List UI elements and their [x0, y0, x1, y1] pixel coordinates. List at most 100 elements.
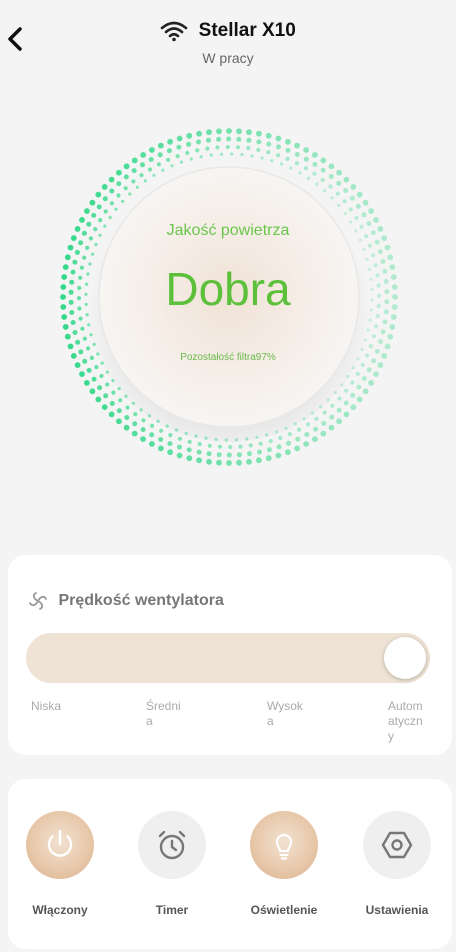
gauge-ring-dot — [312, 171, 317, 176]
title-row: Stellar X10 — [0, 20, 456, 42]
gauge-ring-dot — [336, 418, 342, 425]
timer-button-circle[interactable] — [138, 811, 206, 879]
gauge-ring-dot — [97, 385, 103, 391]
gauge-ring-dot — [344, 388, 349, 393]
gauge-ring-dot — [105, 370, 109, 374]
gauge-ring-dot — [177, 444, 182, 450]
gauge-ring-dot — [186, 447, 192, 453]
timer-button[interactable]: Timer — [127, 811, 217, 917]
fan-speed-header: Prędkość wentylatora — [28, 591, 224, 615]
gauge-ring-dot — [362, 388, 369, 395]
power-button[interactable]: Włączony — [15, 811, 105, 917]
gauge-ring-dot — [148, 157, 154, 162]
gauge-ring-dot — [320, 157, 327, 164]
gauge-ring-dot — [278, 435, 283, 440]
gauge-ring-dot — [176, 135, 183, 142]
gauge-ring-dot — [108, 176, 115, 183]
gauge-ring-dot — [320, 177, 325, 182]
settings-button[interactable]: Ustawienia — [352, 811, 442, 917]
gauge-ring-dot — [265, 132, 272, 139]
gauge-ring-dot — [294, 142, 300, 149]
gauge-ring-dot — [311, 411, 315, 415]
gauge-ring-dot — [177, 436, 182, 441]
gauge-ring-dot — [247, 451, 252, 457]
gauge-ring-dot — [368, 344, 373, 349]
gauge-ring-dot — [276, 144, 281, 150]
gauge-ring-dot — [179, 160, 184, 164]
gauge-ring-dot — [320, 430, 327, 437]
gauge-ring-dot — [225, 144, 230, 150]
power-button-circle[interactable] — [26, 811, 94, 879]
gauge-ring-dot — [285, 156, 290, 161]
gauge-ring-dot — [315, 182, 319, 186]
gauge-ring-dot — [214, 437, 218, 441]
gauge-ring-dot — [74, 249, 80, 255]
gauge-ring-dot — [258, 441, 263, 446]
gauge-ring-dot — [374, 239, 380, 245]
gauge-ring-dot — [380, 329, 386, 335]
speed-option-medium[interactable]: Średnia — [146, 699, 186, 729]
gauge-ring-dot — [156, 162, 161, 167]
gauge-ring-dot — [305, 422, 311, 427]
gauge-ring-dot — [206, 458, 212, 465]
gauge-ring-dot — [350, 404, 357, 410]
gauge-ring-dot — [176, 144, 182, 150]
gauge-ring-dot — [150, 423, 155, 428]
gauge-ring-dot — [328, 163, 335, 170]
gauge-ring-dot — [248, 443, 253, 448]
gauge-ring-dot — [161, 168, 165, 172]
fan-speed-card: Prędkość wentylatora Niska Średnia Wysok… — [8, 555, 452, 755]
gauge-ring-dot — [340, 383, 344, 387]
settings-button-circle[interactable] — [363, 811, 431, 879]
speed-option-high[interactable]: Wysok a — [267, 699, 305, 729]
gauge-ring-dot — [368, 318, 372, 322]
settings-label: Ustawienia — [365, 903, 429, 917]
gauge-ring-dot — [176, 452, 183, 459]
gauge-ring-dot — [350, 392, 356, 398]
gauge-ring-dot — [84, 208, 90, 214]
gauge-ring-dot — [266, 447, 272, 453]
gauge-ring-dot — [123, 163, 130, 170]
fan-speed-slider[interactable] — [26, 633, 430, 683]
gauge-ring-dot — [246, 458, 252, 465]
gauge-ring-dot — [166, 157, 171, 162]
gauge-ring-dot — [82, 255, 87, 260]
gauge-ring-dot — [124, 394, 128, 398]
fan-speed-slider-handle[interactable] — [384, 637, 426, 679]
gauge-ring-dot — [236, 459, 242, 466]
gauge-ring-dot — [266, 150, 271, 155]
gauge-ring-dot — [260, 156, 264, 160]
gauge-ring-dot — [366, 367, 372, 373]
gauge-ring-dot — [91, 376, 97, 382]
gauge-ring-dot — [87, 323, 91, 327]
gauge-ring-dot — [389, 324, 396, 330]
gauge-ring-dot — [209, 153, 213, 157]
gauge-ring-dot — [101, 404, 108, 410]
gauge-ring-dot — [139, 408, 143, 412]
gauge-ring-dot — [294, 161, 299, 166]
gauge-ring-dot — [285, 138, 291, 145]
gauge-ring-dot — [303, 147, 309, 153]
light-button-circle[interactable] — [250, 811, 318, 879]
speed-option-low[interactable]: Niska — [31, 699, 71, 714]
controls-card: Włączony Timer Oświetlenie Ustawienia — [8, 779, 452, 949]
gauge-ring-dot — [284, 426, 288, 430]
gauge-ring-dot — [350, 184, 357, 190]
gauge-ring-dot — [108, 215, 112, 220]
gauge-ring-dot — [360, 347, 364, 352]
gauge-ring-dot — [274, 430, 279, 434]
gauge-ring-dot — [329, 414, 335, 420]
gauge-ring-dot — [196, 130, 203, 137]
light-button[interactable]: Oświetlenie — [239, 811, 329, 917]
gauge-ring-dot — [268, 439, 273, 444]
gauge-ring-dot — [303, 156, 309, 162]
gauge-ring-dot — [289, 166, 293, 170]
gauge-ring-dot — [328, 184, 333, 189]
gauge-ring-dot — [321, 420, 327, 426]
gauge-ring-dot — [216, 459, 222, 466]
speed-option-auto[interactable]: Autom atyczn y — [388, 699, 428, 744]
gauge-ring-dot — [360, 362, 365, 367]
gauge-ring-dot — [67, 343, 74, 350]
gauge-ring-dot — [362, 247, 366, 252]
gauge-ring-dot — [348, 207, 353, 212]
